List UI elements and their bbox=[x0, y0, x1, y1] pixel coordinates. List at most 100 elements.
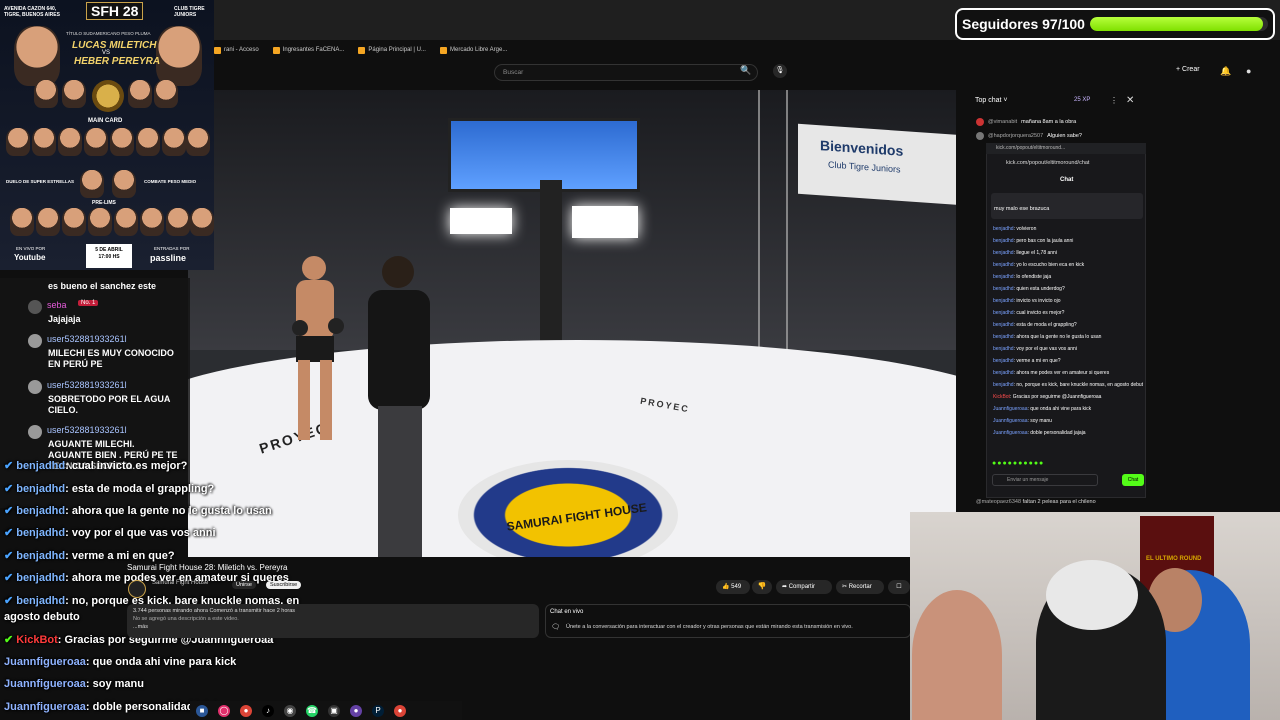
kick-chat-row: benjadhd: esta de moda el grappling? bbox=[993, 319, 1143, 331]
description-stats: 3.744 personas mirando ahora Comenzó a t… bbox=[133, 608, 296, 614]
chat-username: Juannfigueroaa bbox=[993, 406, 1028, 412]
chat-text: Alguien sabe? bbox=[1047, 133, 1082, 139]
chat-username: benjadhd bbox=[993, 298, 1014, 304]
kick-chat-row: benjadhd: llegue el 1,78 anni bbox=[993, 247, 1143, 259]
verified-icon: ✔ bbox=[4, 460, 14, 472]
chat-text: verme a mi en que? bbox=[1016, 358, 1061, 364]
fighter-photo bbox=[32, 128, 56, 156]
save-button[interactable]: ☐ bbox=[888, 580, 910, 594]
verified-icon: ✔ bbox=[4, 595, 14, 607]
chat-text: ahora me podes ver en amateur si queres bbox=[1016, 370, 1110, 376]
chat-text: soy manu bbox=[1030, 418, 1052, 424]
chat-text: voy por el que vas vos anni bbox=[1016, 346, 1077, 352]
create-button[interactable]: + Crear bbox=[1176, 66, 1200, 73]
chat-username: benjadhd bbox=[16, 595, 66, 607]
fighter-photo bbox=[128, 80, 152, 108]
chat-text: voy por el que vas vos anni bbox=[71, 527, 216, 539]
fighter-photo bbox=[140, 208, 164, 236]
notifications-icon[interactable]: 🔔 bbox=[1220, 66, 1231, 77]
overlay-chat-panel: es bueno el sanchez este seba No. 1 Jaja… bbox=[0, 278, 190, 508]
emote-bar[interactable]: ●●●●●●●●●● bbox=[992, 460, 1044, 467]
chat-text: Gracias por seguirme @Juannfigueroaa bbox=[1012, 394, 1102, 400]
kick-chat-row: benjadhd: invicto vs invicto ojo bbox=[993, 295, 1143, 307]
event-poster: AVENIDA CAZON 640, TIGRE, BUENOS AIRES C… bbox=[0, 0, 214, 270]
chat-text: invicto vs invicto ojo bbox=[1016, 298, 1061, 304]
tiktok-icon[interactable]: ♪ bbox=[262, 704, 274, 717]
chat-username: benjadhd bbox=[993, 334, 1014, 340]
search-input[interactable]: Buscar bbox=[494, 64, 758, 81]
app-icon[interactable]: ■ bbox=[196, 704, 208, 717]
photoshop-icon[interactable]: P bbox=[372, 704, 384, 717]
overlay-chat-line: Juannfigueroaa: que onda ahi vine para k… bbox=[4, 656, 237, 668]
bookmark-item[interactable]: Mercado Libre Arge... bbox=[439, 46, 507, 54]
clip-button[interactable]: ✂ Recortar bbox=[836, 580, 884, 594]
live-chat-panel bbox=[545, 604, 911, 638]
chrome-icon[interactable]: ● bbox=[240, 704, 252, 717]
poster-entradas: ENTRADAS POR bbox=[154, 246, 190, 251]
chat-username: benjadhd bbox=[16, 483, 66, 495]
description-box[interactable]: 3.744 personas mirando ahora Comenzó a t… bbox=[127, 604, 539, 638]
bot-icon: ✔ bbox=[4, 634, 14, 646]
description-text: No se agregó una descripción a este vide… bbox=[133, 616, 239, 622]
close-icon[interactable]: ✕ bbox=[1126, 95, 1134, 106]
share-button[interactable]: ➦ Compartir bbox=[776, 580, 832, 594]
instagram-icon[interactable]: ◯ bbox=[218, 704, 230, 717]
followers-goal-label: Seguidores 97/100 bbox=[962, 16, 1085, 32]
chat-text: que onda ahi vine para kick bbox=[92, 656, 237, 668]
chat-text: verme a mi en que? bbox=[71, 550, 175, 562]
wall-banner-text: EL ULTIMO ROUND bbox=[1146, 556, 1202, 562]
fighter-photo bbox=[14, 26, 60, 86]
kick-send-button[interactable]: Chat bbox=[1122, 474, 1144, 486]
bookmark-item[interactable]: Ingresantes FaCENA... bbox=[272, 46, 344, 54]
chat-row: @hapdorjorquera2507 Alguien sabe? bbox=[976, 130, 1082, 142]
avatar bbox=[976, 132, 984, 140]
poster-en-vivo: EN VIVO POR bbox=[16, 246, 46, 251]
bookmark-item[interactable]: Página Principal | U... bbox=[358, 46, 426, 54]
followers-progress-bar bbox=[1090, 17, 1268, 31]
search-icon[interactable]: 🔍 bbox=[740, 65, 751, 76]
fighter-photo bbox=[190, 208, 214, 236]
verified-icon: ✔ bbox=[4, 483, 14, 495]
join-button[interactable]: Unirse bbox=[232, 581, 256, 589]
description-more[interactable]: ...más bbox=[133, 623, 533, 631]
bookmark-item[interactable]: rani - Acceso bbox=[214, 46, 259, 54]
kick-chat-input[interactable]: Enviar un mensaje bbox=[992, 474, 1098, 486]
chat-message: Jajajaja bbox=[48, 314, 81, 324]
bookmark-icon bbox=[272, 46, 280, 54]
video-player[interactable]: Bienvenidos Club Tigre Juniors PROYEC PR… bbox=[188, 90, 956, 557]
microphone-icon[interactable]: 🎙 bbox=[773, 64, 787, 78]
video-title: Samurai Fight House 28: Miletich vs. Per… bbox=[127, 563, 288, 572]
chat-bubble-icon: 🗨 bbox=[551, 624, 560, 631]
avatar bbox=[976, 118, 984, 126]
poster-prelims: PRE-LIMS bbox=[92, 200, 116, 206]
app-icon[interactable]: ● bbox=[350, 704, 362, 717]
top-chat-dropdown[interactable]: Top chat ˅ bbox=[975, 97, 1008, 104]
subscribe-button[interactable]: Suscribirse bbox=[266, 581, 302, 589]
whatsapp-icon[interactable]: ☎ bbox=[306, 704, 318, 717]
kick-url[interactable]: kick.com/popout/eltitmoround/chat bbox=[986, 158, 1146, 170]
avatar[interactable]: ● bbox=[1246, 66, 1251, 76]
chrome-icon[interactable]: ● bbox=[394, 704, 406, 717]
like-button[interactable]: 👍 549 bbox=[716, 580, 750, 594]
poster-date-time: 17:00 HS bbox=[98, 254, 120, 260]
dislike-button[interactable]: 👎 bbox=[752, 580, 772, 594]
more-options-icon[interactable]: ⋮ bbox=[1110, 96, 1118, 105]
clip-label: Recortar bbox=[848, 584, 872, 590]
fighter-photo bbox=[84, 128, 108, 156]
lighting-truss bbox=[758, 90, 788, 350]
kick-chat-row: benjadhd: volvieron bbox=[993, 223, 1143, 235]
chat-username: @vimanabit bbox=[988, 119, 1018, 125]
channel-name[interactable]: Samurai Fight House bbox=[152, 580, 208, 586]
fighter-photo bbox=[136, 128, 160, 156]
app-icon[interactable]: ▣ bbox=[328, 704, 340, 717]
chat-text: pero bas con la jaula anni bbox=[1016, 238, 1074, 244]
channel-avatar[interactable] bbox=[128, 580, 146, 598]
fighter-photo bbox=[62, 80, 86, 108]
bookmark-icon: ☐ bbox=[896, 584, 902, 590]
verified-icon: ✔ bbox=[4, 505, 14, 517]
chat-text: agosto debuto bbox=[4, 611, 80, 623]
scissors-icon: ✂ bbox=[842, 584, 848, 590]
obs-icon[interactable]: ◉ bbox=[284, 704, 296, 717]
xp-badge: 25 XP bbox=[1074, 97, 1091, 103]
fighter-photo bbox=[6, 128, 30, 156]
